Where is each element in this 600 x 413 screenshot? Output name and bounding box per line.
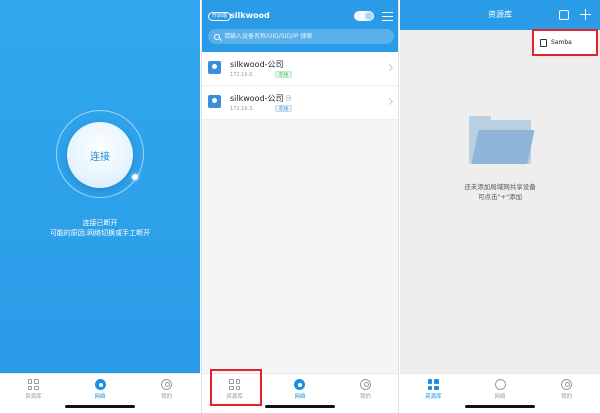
device-name: silkwood-公司 <box>230 60 284 69</box>
connect-button[interactable]: 连接 <box>67 122 133 188</box>
network-icon <box>94 379 106 390</box>
device-extra-icon: 回 <box>286 96 292 102</box>
resource-screen: 资源库 Samba 还未添加局域网共享设备 可点击"+"添加 资源库 网络 我的 <box>400 0 600 413</box>
nav-tab-resource[interactable]: 资源库 <box>400 374 467 413</box>
status-badge: 在线 <box>275 105 292 112</box>
search-bar[interactable] <box>208 29 394 44</box>
search-icon <box>214 33 220 40</box>
network-toggle[interactable] <box>354 11 374 21</box>
mode-badge[interactable]: 开启端 <box>208 12 232 21</box>
account-name: silkwood <box>230 11 270 20</box>
nav-tab-mine-label: 我的 <box>161 394 173 400</box>
connection-status: 连接已断开 可能的原因:网络切换或手工断开 <box>0 218 200 238</box>
device-name: silkwood-公司 <box>230 94 284 103</box>
network-screen: 开启端 silkwood silkwood-公司 172.16.0. 在线 si… <box>201 0 399 413</box>
nav-tab-mine[interactable]: 我的 <box>533 374 600 413</box>
nav-tab-network-label: 网络 <box>494 394 506 400</box>
nav-tab-resource-label: 资源库 <box>425 394 442 400</box>
ring-indicator-dot <box>132 174 138 180</box>
highlight-box-samba <box>532 29 598 56</box>
scan-icon[interactable] <box>559 10 569 20</box>
nav-tab-mine[interactable]: 我的 <box>133 374 200 413</box>
home-indicator <box>465 405 535 408</box>
empty-state-line2: 可点击"+"添加 <box>478 193 522 201</box>
device-icon <box>208 95 221 108</box>
grid-icon <box>27 379 39 390</box>
person-icon <box>359 379 371 390</box>
person-icon <box>561 379 573 390</box>
device-row[interactable]: silkwood-公司 172.16.0. 在线 <box>202 52 398 86</box>
chevron-right-icon <box>385 97 394 106</box>
plus-icon[interactable] <box>580 9 591 20</box>
nav-tab-network-label: 网络 <box>94 394 106 400</box>
home-indicator <box>65 405 135 408</box>
nav-tab-mine-label: 我的 <box>359 394 371 400</box>
folder-icon <box>469 116 535 164</box>
page-title: 资源库 <box>488 10 512 19</box>
nav-tab-network-label: 网络 <box>294 394 306 400</box>
nav-tab-mine-label: 我的 <box>561 394 573 400</box>
network-icon <box>294 379 306 390</box>
device-row[interactable]: silkwood-公司 回 172.16.3. 在线 <box>202 86 398 120</box>
home-indicator <box>265 405 335 408</box>
device-icon <box>208 61 221 74</box>
network-header: 开启端 silkwood <box>202 0 398 52</box>
empty-state-line1: 还未添加局域网共享设备 <box>464 183 536 191</box>
status-line-disconnected: 连接已断开 <box>82 219 118 227</box>
device-ip: 172.16.0. <box>230 72 254 78</box>
connection-screen: 连接 连接已断开 可能的原因:网络切换或手工断开 资源库 网络 我的 <box>0 0 200 413</box>
status-line-reason: 可能的原因:网络切换或手工断开 <box>49 229 151 237</box>
device-ip: 172.16.3. <box>230 106 254 112</box>
nav-tab-mine[interactable]: 我的 <box>333 374 398 413</box>
highlight-box-resource-tab <box>210 369 262 406</box>
resource-header: 资源库 <box>400 0 600 30</box>
network-icon <box>494 379 506 390</box>
person-icon <box>161 379 173 390</box>
device-list: silkwood-公司 172.16.0. 在线 silkwood-公司 回 1… <box>202 52 398 120</box>
search-input[interactable] <box>224 33 384 40</box>
nav-tab-resource[interactable]: 资源库 <box>0 374 67 413</box>
status-badge: 在线 <box>275 71 292 78</box>
menu-icon[interactable] <box>382 12 393 21</box>
grid-icon <box>427 379 439 390</box>
chevron-right-icon <box>385 63 394 72</box>
empty-state: 还未添加局域网共享设备 可点击"+"添加 <box>400 182 600 202</box>
nav-tab-resource-label: 资源库 <box>25 394 42 400</box>
